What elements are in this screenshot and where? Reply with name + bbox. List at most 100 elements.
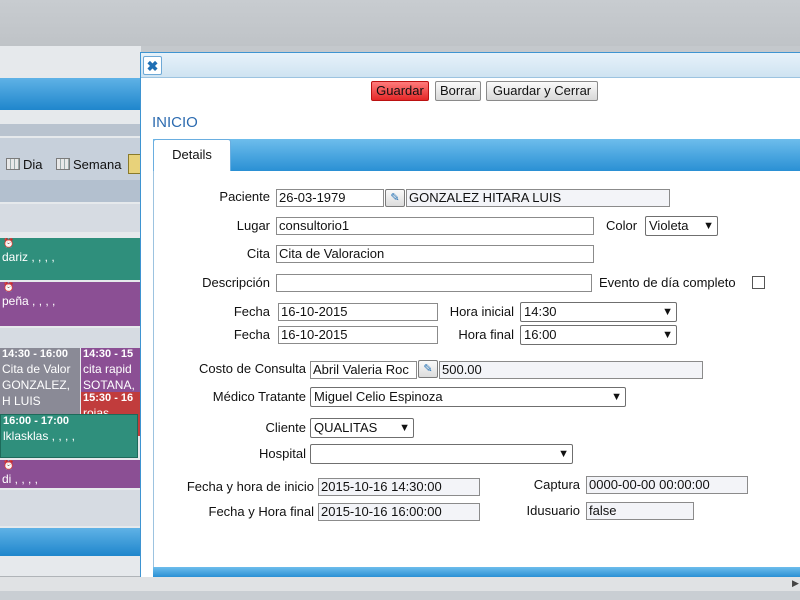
fecha-hora-final-label: Fecha y Hora final <box>208 504 315 519</box>
hora-final-value: 16:00 <box>524 327 557 342</box>
fecha-final-field[interactable]: 16-10-2015 <box>278 326 438 344</box>
alarm-icon: ⏰ <box>3 282 15 292</box>
color-select[interactable]: Violeta ▼ <box>645 216 718 236</box>
hospital-label: Hospital <box>259 446 306 461</box>
captura-label: Captura <box>533 477 580 492</box>
chevron-down-icon: ▼ <box>662 306 673 318</box>
event-time: 16:00 - 17:00 <box>3 415 70 427</box>
costo-consulta-value-field[interactable]: 500.00 <box>439 361 703 379</box>
fecha-hora-inicio-field[interactable]: 2015-10-16 14:30:00 <box>318 478 480 496</box>
day-view-button[interactable]: Dia <box>6 154 43 174</box>
fecha-final-label: Fecha <box>233 327 270 342</box>
event-text: Cita de Valor GONZALEZ, H LUIS <box>2 362 71 408</box>
paciente-picker-button[interactable]: ✎ <box>385 189 405 207</box>
cliente-select[interactable]: QUALITAS ▼ <box>310 418 414 438</box>
close-icon[interactable]: ✖ <box>143 56 162 75</box>
color-label: Color <box>606 218 638 233</box>
details-form: Paciente 26-03-1979 ✎ GONZALEZ HITARA LU… <box>153 171 800 567</box>
cliente-value: QUALITAS <box>314 420 378 435</box>
hora-inicial-select[interactable]: 14:30 ▼ <box>520 302 677 322</box>
pencil-icon: ✎ <box>390 192 400 204</box>
chevron-down-icon: ▼ <box>662 329 673 341</box>
chevron-down-icon: ▼ <box>703 220 714 232</box>
hora-final-select[interactable]: 16:00 ▼ <box>520 325 677 345</box>
week-view-label: Semana <box>73 156 122 172</box>
cita-label: Cita <box>246 246 270 261</box>
fecha-hora-inicio-label: Fecha y hora de inicio <box>186 479 314 494</box>
calendar-row <box>0 490 141 526</box>
event-text: peña , , , , <box>2 294 56 308</box>
calendar-band <box>0 124 141 136</box>
event-time: 14:30 - 16:00 <box>2 348 69 360</box>
calendar-title-bar <box>0 78 141 110</box>
medico-tratante-value: Miguel Celio Espinoza <box>314 389 443 404</box>
evento-dia-completo-checkbox[interactable] <box>752 276 765 289</box>
costo-picker-button[interactable]: ✎ <box>418 360 438 378</box>
dialog-header: ✖ <box>141 53 800 78</box>
event-dialog: ✖ Guardar Borrar Guardar y Cerrar INICIO… <box>140 52 800 577</box>
section-title: INICIO <box>152 114 198 131</box>
costo-consulta-name-field[interactable]: Abril Valeria Roc <box>310 361 417 379</box>
day-view-label: Dia <box>23 156 43 172</box>
calendar-event[interactable]: ⏰ di , , , , <box>0 460 141 488</box>
costo-consulta-label: Costo de Consulta <box>199 361 306 376</box>
calendar-event[interactable]: 14:30 - 16:00 Cita de Valor GONZALEZ, H … <box>0 348 80 414</box>
event-text: cita rapid SOTANA, <box>83 362 135 392</box>
hospital-select[interactable]: ▼ <box>310 444 573 464</box>
week-view-button[interactable]: Semana <box>56 154 121 174</box>
evento-dia-completo-label: Evento de día completo <box>599 275 736 290</box>
calendar-event[interactable]: 16:00 - 17:00 lklasklas , , , , <box>0 414 138 458</box>
calendar-row <box>0 328 141 348</box>
chevron-down-icon: ▼ <box>399 422 410 434</box>
event-text: lklasklas , , , , <box>3 429 76 443</box>
fecha-inicio-label: Fecha <box>233 304 270 319</box>
paciente-label: Paciente <box>219 189 270 204</box>
paciente-date-field[interactable]: 26-03-1979 <box>276 189 384 207</box>
alarm-icon: ⏰ <box>3 238 15 248</box>
dialog-footer-bar <box>153 567 800 577</box>
calendar-row-band <box>0 180 141 202</box>
cliente-label: Cliente <box>265 420 306 435</box>
save-close-button[interactable]: Guardar y Cerrar <box>486 81 598 101</box>
event-time: 14:30 - 15 <box>83 348 134 360</box>
calendar-day-icon <box>6 158 20 170</box>
calendar-footer-bar <box>0 528 141 556</box>
cita-field[interactable]: Cita de Valoracion <box>276 245 594 263</box>
alarm-icon: ⏰ <box>3 460 15 470</box>
calendar-event[interactable]: 14:30 - 15 cita rapid SOTANA, <box>81 348 141 392</box>
calendar-week-icon <box>56 158 70 170</box>
hora-inicial-label: Hora inicial <box>449 304 514 319</box>
color-select-value: Violeta <box>649 218 689 233</box>
idusuario-field[interactable]: false <box>586 502 694 520</box>
event-text: dariz , , , , <box>2 250 55 264</box>
lugar-field[interactable]: consultorio1 <box>276 217 594 235</box>
hora-final-label: Hora final <box>458 327 514 342</box>
calendar-row <box>0 204 141 232</box>
descripcion-field[interactable] <box>276 274 592 292</box>
fecha-hora-final-field[interactable]: 2015-10-16 16:00:00 <box>318 503 480 521</box>
paciente-name-field[interactable]: GONZALEZ HITARA LUIS <box>406 189 670 207</box>
medico-tratante-select[interactable]: Miguel Celio Espinoza ▼ <box>310 387 626 407</box>
hora-inicial-value: 14:30 <box>524 304 557 319</box>
lugar-label: Lugar <box>236 218 270 233</box>
delete-button[interactable]: Borrar <box>435 81 481 101</box>
descripcion-label: Descripción <box>202 275 270 290</box>
save-button[interactable]: Guardar <box>371 81 429 101</box>
calendar-event[interactable]: ⏰ dariz , , , , <box>0 238 141 280</box>
captura-field[interactable]: 0000-00-00 00:00:00 <box>586 476 748 494</box>
medico-tratante-label: Médico Tratante <box>212 389 306 404</box>
calendar-panel: Dia Semana ⏰ dariz , , , , ⏰ peña , , , … <box>0 46 141 576</box>
scroll-right-arrow-icon[interactable]: ▶ <box>792 578 800 588</box>
idusuario-label: Idusuario <box>526 503 580 518</box>
horizontal-scrollbar[interactable] <box>0 576 800 591</box>
app-header-bar <box>0 0 800 46</box>
chevron-down-icon: ▼ <box>558 448 569 460</box>
fecha-inicio-field[interactable]: 16-10-2015 <box>278 303 438 321</box>
pencil-icon: ✎ <box>423 363 433 375</box>
tab-bar <box>153 139 800 171</box>
event-text: di , , , , <box>2 472 39 486</box>
chevron-down-icon: ▼ <box>611 391 622 403</box>
tab-details[interactable]: Details <box>153 139 231 172</box>
calendar-event[interactable]: ⏰ peña , , , , <box>0 282 141 326</box>
event-time: 15:30 - 16 <box>83 392 134 404</box>
